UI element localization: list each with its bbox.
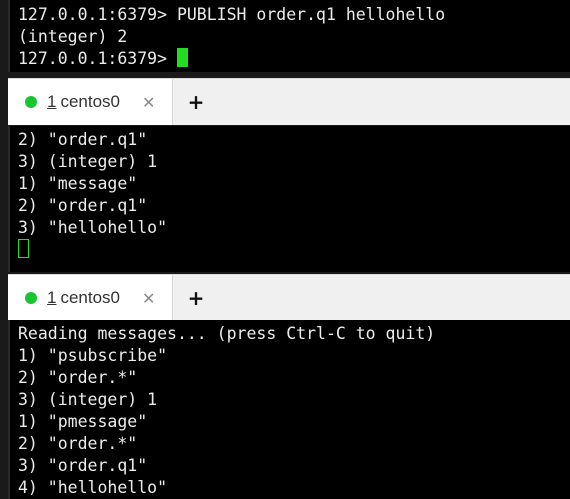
tab-centos0[interactable]: 1 centos0 ✕ xyxy=(8,275,173,321)
connection-status-dot-icon xyxy=(25,96,37,108)
terminal-line: 3) "hellohello" xyxy=(18,218,168,237)
terminal-pane-middle[interactable]: 2) "order.q1" 3) (integer) 1 1) "message… xyxy=(8,126,570,272)
terminal-prompt-line[interactable]: 127.0.0.1:6379> xyxy=(10,48,570,70)
close-icon[interactable]: ✕ xyxy=(142,93,155,112)
terminal-cursor xyxy=(176,48,188,67)
terminal-pane-bottom[interactable]: Reading messages... (press Ctrl-C to qui… xyxy=(8,320,570,499)
terminal-line: 3) (integer) 1 xyxy=(18,390,158,409)
terminal-line: 4) "hellohello" xyxy=(18,478,168,497)
tab-bar-middle: 1 centos0 ✕ + xyxy=(8,78,570,125)
new-tab-button[interactable]: + xyxy=(184,275,208,321)
terminal-line: 2) "order.*" xyxy=(18,434,138,453)
terminal-line: (integer) 2 xyxy=(18,27,128,46)
tab-centos0[interactable]: 1 centos0 ✕ xyxy=(8,79,173,125)
tab-label: centos0 xyxy=(60,92,121,111)
terminal-cursor xyxy=(18,239,29,258)
terminal-pane-top[interactable]: 127.0.0.1:6379> PUBLISH order.q1 hellohe… xyxy=(8,0,570,72)
tab-label: centos0 xyxy=(60,288,121,307)
terminal-line: 2) "order.q1" xyxy=(18,130,148,149)
terminal-line: 3) (integer) 1 xyxy=(18,152,158,171)
terminal-line: 2) "order.q1" xyxy=(18,196,148,215)
tab-index: 1 xyxy=(47,288,57,307)
close-icon[interactable]: ✕ xyxy=(142,289,155,308)
terminal-line: 127.0.0.1:6379> PUBLISH order.q1 hellohe… xyxy=(18,5,446,24)
terminal-line: 1) "message" xyxy=(18,174,138,193)
connection-status-dot-icon xyxy=(25,292,37,304)
terminal-line: Reading messages... (press Ctrl-C to qui… xyxy=(18,324,436,343)
terminal-line: 1) "pmessage" xyxy=(18,412,148,431)
terminal-line: 1) "psubscribe" xyxy=(18,346,168,365)
terminal-line: 3) "order.q1" xyxy=(18,456,148,475)
terminal-cursor-line xyxy=(10,239,570,261)
prompt-text: 127.0.0.1:6379> xyxy=(18,49,177,68)
tab-index: 1 xyxy=(47,92,57,111)
tab-bar-bottom: 1 centos0 ✕ + xyxy=(8,274,570,321)
new-tab-button[interactable]: + xyxy=(184,79,208,125)
terminal-line: 2) "order.*" xyxy=(18,368,138,387)
